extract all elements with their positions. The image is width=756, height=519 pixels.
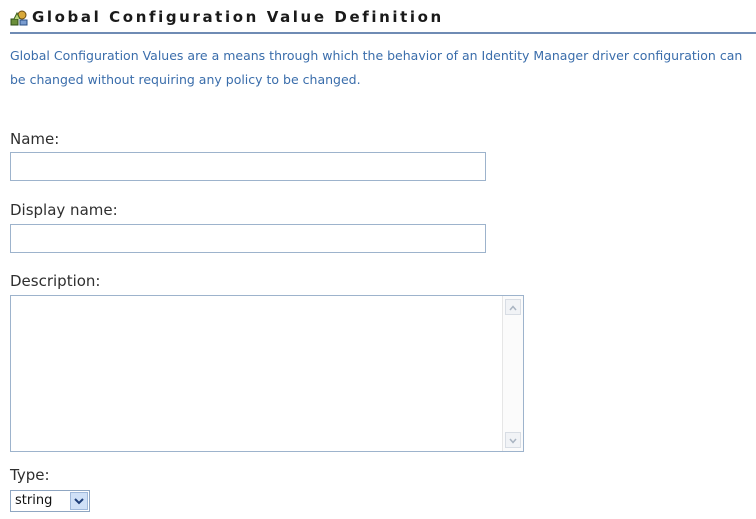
description-scrollbar[interactable] — [502, 296, 523, 451]
description-label: Description: — [10, 272, 101, 290]
type-label: Type: — [10, 466, 50, 484]
display-name-input[interactable] — [10, 224, 486, 253]
page-title: Global Configuration Value Definition — [32, 8, 444, 26]
description-textarea[interactable] — [11, 296, 503, 451]
chevron-down-icon — [74, 498, 84, 505]
name-label: Name: — [10, 130, 60, 148]
description-field — [10, 295, 524, 452]
intro-description: Global Configuration Values are a means … — [10, 48, 743, 87]
page-header: Global Configuration Value Definition — [10, 8, 756, 34]
type-select[interactable]: string — [10, 490, 90, 512]
type-selected-value: string — [15, 493, 53, 508]
display-name-label: Display name: — [10, 201, 118, 219]
scroll-down-button[interactable] — [505, 432, 521, 448]
gcv-definition-icon — [10, 10, 28, 26]
name-input[interactable] — [10, 152, 486, 181]
chevron-up-icon — [509, 305, 517, 311]
chevron-down-icon — [509, 438, 517, 444]
scroll-up-button[interactable] — [505, 299, 521, 315]
type-dropdown-button[interactable] — [70, 492, 88, 510]
